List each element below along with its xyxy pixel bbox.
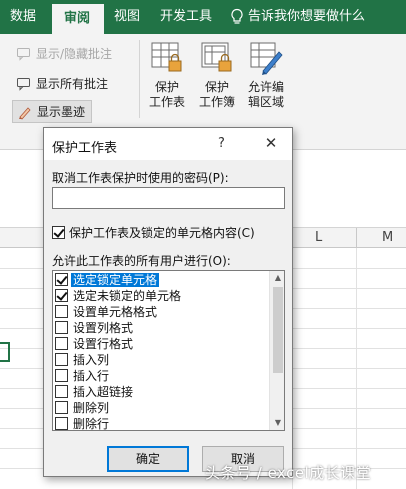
permissions-list[interactable]: 选定锁定单元格 选定未锁定的单元格 设置单元格格式 设置列格式 设置行格式 插入… — [52, 270, 285, 431]
scroll-thumb[interactable] — [273, 287, 283, 373]
permission-checkbox[interactable] — [55, 385, 68, 398]
help-button[interactable]: ? — [218, 136, 225, 151]
permission-checkbox[interactable] — [55, 401, 68, 414]
password-label: 取消工作表保护时使用的密码(P): — [52, 171, 229, 185]
permission-item-insert-rows[interactable]: 插入行 — [55, 368, 269, 383]
show-hide-comment-button[interactable]: 显示/隐藏批注 — [16, 45, 112, 62]
permission-item-insert-hyperlinks[interactable]: 插入超链接 — [55, 384, 269, 399]
ribbon-separator — [139, 40, 140, 118]
permission-checkbox[interactable] — [55, 321, 68, 334]
protect-workbook-icon — [201, 42, 232, 72]
selected-cell[interactable] — [0, 342, 10, 362]
permission-item-delete-columns[interactable]: 删除列 — [55, 400, 269, 415]
protect-workbook-button[interactable]: 保护 工作簿 — [194, 40, 240, 110]
password-input[interactable] — [52, 187, 285, 209]
protect-sheet-icon — [151, 42, 182, 72]
permission-checkbox[interactable] — [55, 305, 68, 318]
ok-button[interactable]: 确定 — [107, 446, 189, 472]
permission-item-insert-columns[interactable]: 插入列 — [55, 352, 269, 367]
ribbon-tab-bar: 数据 审阅 视图 开发工具 告诉我你想要做什么 — [0, 0, 406, 34]
comment-toggle-icon — [17, 47, 30, 61]
tab-review[interactable]: 审阅 — [52, 4, 104, 34]
permission-checkbox[interactable] — [55, 353, 68, 366]
column-header-m[interactable]: M — [382, 230, 393, 245]
permission-item-select-unlocked[interactable]: 选定未锁定的单元格 — [55, 288, 269, 303]
permission-item-delete-rows[interactable]: 删除行 — [55, 416, 269, 430]
tell-me-search[interactable]: 告诉我你想要做什么 — [222, 0, 375, 34]
comments-icon — [17, 77, 30, 91]
allow-edit-ranges-button[interactable]: 允许编 辑区域 — [243, 40, 289, 110]
permission-item-format-columns[interactable]: 设置列格式 — [55, 320, 269, 335]
watermark-text: 头条号 / excel成长课堂 — [205, 464, 372, 482]
list-scrollbar[interactable]: ▲ ▼ — [269, 271, 284, 430]
protect-sheet-button[interactable]: 保护 工作表 — [144, 40, 190, 110]
permission-item-format-cells[interactable]: 设置单元格格式 — [55, 304, 269, 319]
permission-checkbox[interactable] — [55, 273, 68, 286]
permission-checkbox[interactable] — [55, 369, 68, 382]
permission-item-format-rows[interactable]: 设置行格式 — [55, 336, 269, 351]
tab-view[interactable]: 视图 — [104, 0, 150, 34]
allow-users-label: 允许此工作表的所有用户进行(O): — [52, 254, 231, 268]
scroll-down-icon[interactable]: ▼ — [270, 416, 284, 430]
permission-item-select-locked[interactable]: 选定锁定单元格 — [55, 272, 269, 287]
ink-pen-icon — [19, 106, 31, 120]
close-icon[interactable]: ✕ — [260, 134, 282, 152]
permission-checkbox[interactable] — [55, 417, 68, 430]
permission-checkbox[interactable] — [55, 289, 68, 302]
protect-sheet-dialog: 保护工作表 ? ✕ 取消工作表保护时使用的密码(P): 保护工作表及锁定的单元格… — [43, 127, 293, 477]
scroll-up-icon[interactable]: ▲ — [270, 271, 284, 285]
show-ink-button[interactable]: 显示墨迹 — [12, 100, 93, 123]
show-all-comments-button[interactable]: 显示所有批注 — [16, 75, 108, 92]
permission-checkbox[interactable] — [55, 337, 68, 350]
checkbox-box[interactable] — [52, 226, 65, 239]
lightbulb-icon — [231, 8, 243, 24]
dialog-title: 保护工作表 — [52, 141, 118, 156]
tab-developer[interactable]: 开发工具 — [150, 0, 222, 34]
protect-locked-cells-checkbox[interactable]: 保护工作表及锁定的单元格内容(C) — [52, 224, 255, 241]
column-header-l[interactable]: L — [315, 230, 322, 245]
tell-me-text: 告诉我你想要做什么 — [248, 9, 366, 24]
allow-edit-ranges-icon — [250, 42, 283, 75]
tab-data[interactable]: 数据 — [0, 0, 52, 34]
